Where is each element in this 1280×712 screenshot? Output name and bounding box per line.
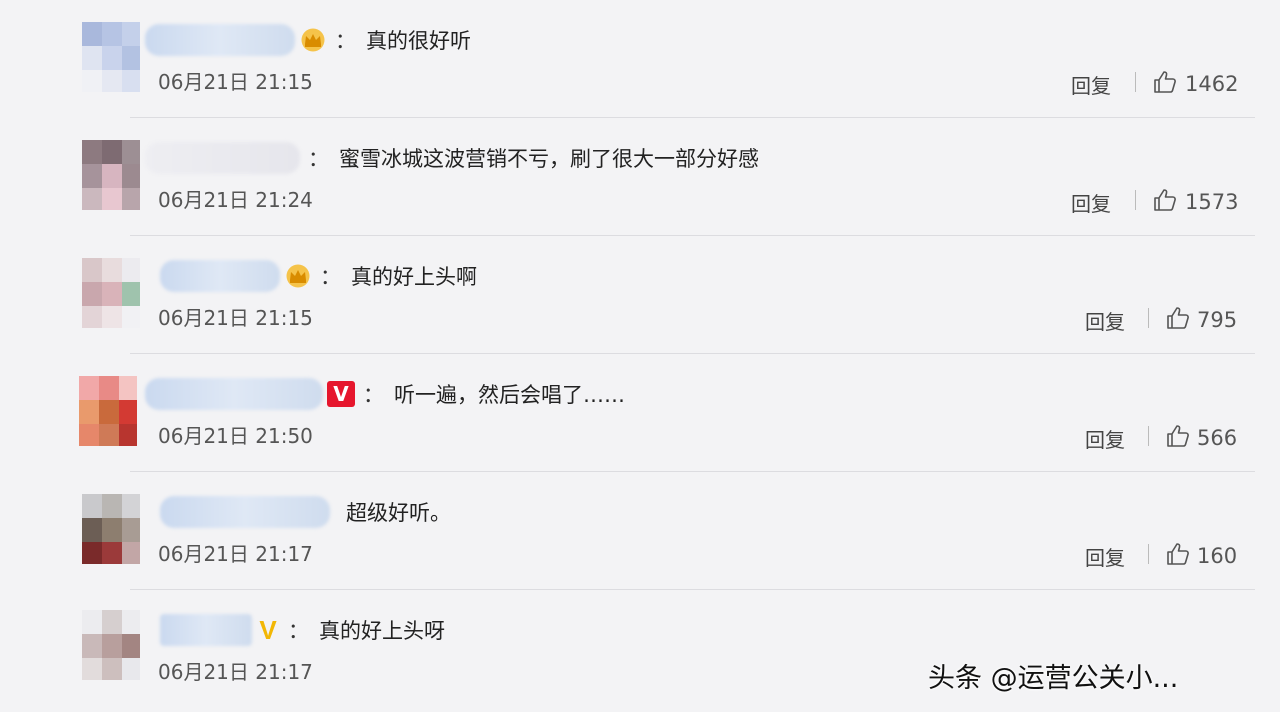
comment-text: 真的很好听 [366, 29, 471, 53]
comment-item: V ： 听一遍，然后会唱了…… 06月21日 21:50 回复 566 [0, 354, 1280, 472]
thumb-up-icon[interactable] [1166, 306, 1190, 330]
comment-time: 06月21日 21:50 [158, 424, 313, 448]
username[interactable] [145, 378, 323, 410]
colon: ： [288, 619, 309, 643]
thumb-up-icon[interactable] [1153, 188, 1177, 212]
comment-text: 超级好听。 [346, 501, 451, 525]
avatar[interactable] [82, 494, 140, 564]
comment-time: 06月21日 21:15 [158, 306, 313, 330]
crown-icon [299, 28, 327, 52]
username[interactable] [145, 24, 295, 56]
reply-button[interactable]: 回复 [1071, 70, 1111, 99]
reply-button[interactable]: 回复 [1085, 306, 1125, 335]
comment-item: 超级好听。 06月21日 21:17 回复 160 [0, 472, 1280, 590]
vip-red-icon: V [327, 381, 355, 407]
divider [1135, 190, 1136, 210]
divider [1148, 544, 1149, 564]
username[interactable] [160, 496, 330, 528]
colon: ： [335, 29, 356, 53]
divider [1135, 72, 1136, 92]
watermark: 头条 @运营公关小... [928, 663, 1179, 694]
username[interactable] [160, 260, 280, 292]
like-count: 795 [1197, 308, 1238, 332]
reply-button[interactable]: 回复 [1085, 542, 1125, 571]
thumb-up-icon[interactable] [1166, 542, 1190, 566]
like-count: 160 [1197, 544, 1238, 568]
colon: ： [320, 265, 341, 289]
like-count: 1462 [1185, 72, 1239, 96]
username[interactable] [145, 142, 300, 174]
like-count: 566 [1197, 426, 1238, 450]
divider [1148, 308, 1149, 328]
comment-time: 06月21日 21:17 [158, 542, 313, 566]
avatar[interactable] [82, 610, 140, 680]
colon: ： [363, 383, 384, 407]
comment-text: 真的好上头呀 [319, 619, 445, 643]
comment-item: ： 真的很好听 06月21日 21:15 回复 1462 [0, 0, 1280, 118]
avatar[interactable] [82, 22, 140, 92]
thumb-up-icon[interactable] [1166, 424, 1190, 448]
colon: ： [308, 147, 329, 171]
comment-time: 06月21日 21:24 [158, 188, 313, 212]
username[interactable] [160, 614, 252, 646]
comment-item: ： 蜜雪冰城这波营销不亏，刷了很大一部分好感 06月21日 21:24 回复 1… [0, 118, 1280, 236]
comment-text: 蜜雪冰城这波营销不亏，刷了很大一部分好感 [339, 147, 759, 171]
crown-icon [284, 264, 312, 288]
vip-yellow-icon: V [259, 614, 277, 645]
comment-item: ： 真的好上头啊 06月21日 21:15 回复 795 [0, 236, 1280, 354]
comment-time: 06月21日 21:17 [158, 660, 313, 684]
avatar[interactable] [79, 376, 137, 446]
like-count: 1573 [1185, 190, 1239, 214]
comment-text: 真的好上头啊 [351, 265, 477, 289]
reply-button[interactable]: 回复 [1085, 424, 1125, 453]
reply-button[interactable]: 回复 [1071, 188, 1111, 217]
divider [1148, 426, 1149, 446]
avatar[interactable] [82, 140, 140, 210]
thumb-up-icon[interactable] [1153, 70, 1177, 94]
comment-time: 06月21日 21:15 [158, 70, 313, 94]
comment-text: 听一遍，然后会唱了…… [394, 383, 625, 407]
avatar[interactable] [82, 258, 140, 328]
